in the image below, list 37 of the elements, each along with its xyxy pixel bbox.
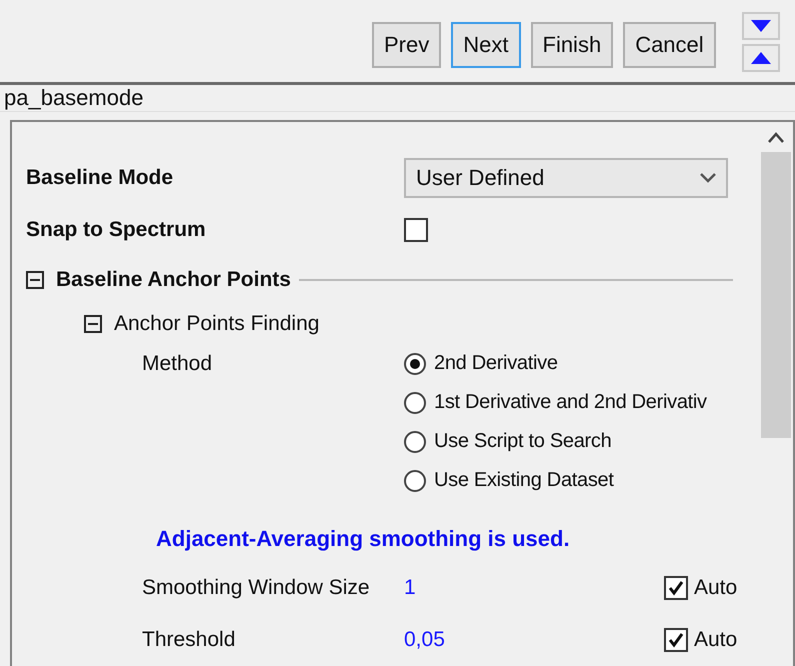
name-field[interactable]: pa_basemode <box>0 82 795 112</box>
wizard-button[interactable]: Finish <box>530 22 614 68</box>
field-label: Baseline Mode <box>26 166 174 190</box>
checkbox[interactable] <box>404 218 428 242</box>
info-text: Adjacent-Averaging smoothing is used. <box>155 525 571 553</box>
field-label: Smoothing Window Size <box>142 576 371 600</box>
wizard-button[interactable]: Prev <box>372 22 442 68</box>
field-label: Snap to Spectrum <box>26 218 207 242</box>
chevron-down-icon <box>700 173 716 183</box>
radio-button[interactable] <box>404 430 426 452</box>
checkbox-label: Auto <box>694 576 738 600</box>
section-heading: Baseline Anchor Points <box>56 268 291 292</box>
collapse-toggle-icon[interactable] <box>84 315 102 333</box>
up-triangle-icon <box>750 52 771 64</box>
checkbox[interactable] <box>664 628 688 652</box>
field-label: Threshold <box>142 628 236 652</box>
baseline-mode-dropdown[interactable]: User Defined <box>404 158 728 198</box>
radio-button[interactable] <box>404 470 426 492</box>
subsection-heading: Anchor Points Finding <box>114 312 320 336</box>
radio-button[interactable] <box>404 392 426 414</box>
field-label: Method <box>142 352 214 376</box>
value-text: 0,05 <box>404 628 446 652</box>
option-label: Use Script to Search <box>434 430 612 453</box>
up-arrow-button[interactable] <box>742 44 780 72</box>
scrollbar-thumb[interactable] <box>761 152 791 438</box>
wizard-button[interactable]: Next <box>451 22 520 68</box>
wizard-button[interactable]: Cancel <box>623 22 716 68</box>
down-arrow-button[interactable] <box>742 12 780 40</box>
checkbox[interactable] <box>664 576 688 600</box>
collapse-toggle-icon[interactable] <box>26 271 44 289</box>
option-label: Use Existing Dataset <box>434 469 614 492</box>
checkbox-label: Auto <box>694 628 738 652</box>
radio-button[interactable] <box>404 352 426 374</box>
down-triangle-icon <box>750 20 771 32</box>
option-label: 2nd Derivative <box>434 352 558 375</box>
value-text: 1 <box>404 576 417 600</box>
option-label: 1st Derivative and 2nd Derivativ <box>434 391 707 414</box>
